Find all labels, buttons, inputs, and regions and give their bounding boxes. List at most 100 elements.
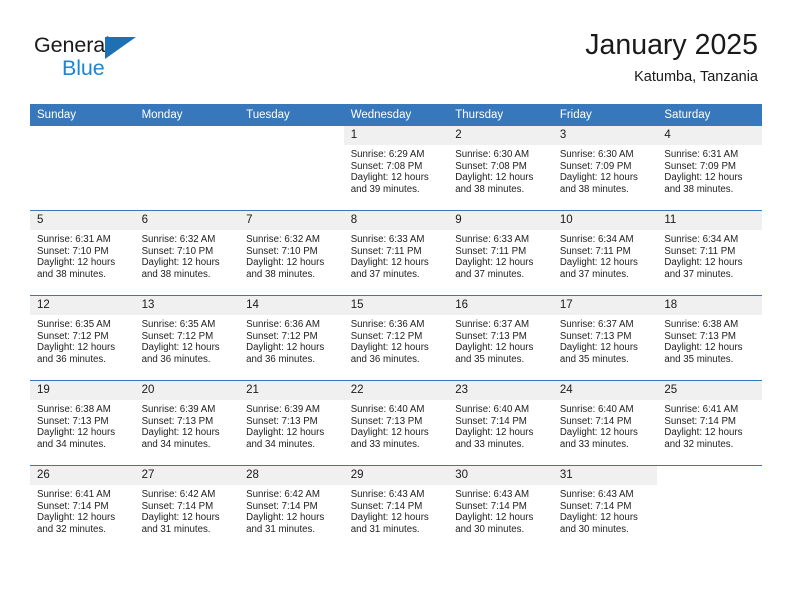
day-number: 25 xyxy=(657,381,762,400)
calendar-day-cell[interactable]: 14 Sunrise: 6:36 AM Sunset: 7:12 PM Dayl… xyxy=(239,295,344,381)
calendar-page: General Blue January 2025 Katumba, Tanza… xyxy=(0,0,792,612)
calendar-day-cell[interactable] xyxy=(134,126,240,211)
calendar-day-cell[interactable]: 26 Sunrise: 6:41 AM Sunset: 7:14 PM Dayl… xyxy=(30,465,135,550)
calendar-day-cell[interactable]: 23 Sunrise: 6:40 AM Sunset: 7:14 PM Dayl… xyxy=(448,380,553,466)
calendar-header-row: Sunday Monday Tuesday Wednesday Thursday… xyxy=(30,104,762,126)
day-number: 8 xyxy=(343,211,449,230)
daylight-text-line1: Daylight: 12 hours xyxy=(350,342,429,354)
day-number: 30 xyxy=(448,466,553,485)
calendar-day-cell[interactable] xyxy=(657,465,762,550)
sunrise-text: Sunrise: 6:38 AM xyxy=(37,404,111,415)
calendar-day-cell[interactable] xyxy=(239,126,344,211)
weekday-header-sunday: Sunday xyxy=(30,104,135,126)
weekday-header-thursday: Thursday xyxy=(448,104,553,126)
day-number: 7 xyxy=(239,211,344,230)
day-details: Sunrise: 6:43 AM Sunset: 7:14 PM Dayligh… xyxy=(553,485,658,535)
day-number: 3 xyxy=(552,126,658,145)
calendar-day-cell[interactable]: 22 Sunrise: 6:40 AM Sunset: 7:13 PM Dayl… xyxy=(343,380,449,466)
day-number: 21 xyxy=(239,381,344,400)
day-number: 24 xyxy=(552,381,658,400)
calendar-day-cell[interactable]: 11 Sunrise: 6:34 AM Sunset: 7:11 PM Dayl… xyxy=(657,210,762,296)
daylight-text-line2: and 31 minutes. xyxy=(141,523,211,535)
calendar-day-cell[interactable]: 15 Sunrise: 6:36 AM Sunset: 7:12 PM Dayl… xyxy=(343,295,449,381)
day-number: 22 xyxy=(343,381,449,400)
day-details: Sunrise: 6:38 AM Sunset: 7:13 PM Dayligh… xyxy=(657,315,762,365)
calendar-day-cell[interactable] xyxy=(30,126,135,211)
daylight-text-line1: Daylight: 12 hours xyxy=(350,512,429,524)
day-number: 17 xyxy=(552,296,658,315)
calendar-day-cell[interactable]: 10 Sunrise: 6:34 AM Sunset: 7:11 PM Dayl… xyxy=(552,210,658,296)
brand-logo[interactable]: General Blue xyxy=(34,33,264,83)
sunset-text: Sunset: 7:10 PM xyxy=(246,245,318,257)
calendar-day-cell[interactable]: 13 Sunrise: 6:35 AM Sunset: 7:12 PM Dayl… xyxy=(134,295,240,381)
sunrise-text: Sunrise: 6:35 AM xyxy=(37,319,111,330)
calendar-day-cell[interactable]: 4 Sunrise: 6:31 AM Sunset: 7:09 PM Dayli… xyxy=(657,126,762,211)
daylight-text-line1: Daylight: 12 hours xyxy=(664,172,743,184)
calendar-day-cell[interactable]: 20 Sunrise: 6:39 AM Sunset: 7:13 PM Dayl… xyxy=(134,380,240,466)
daylight-text-line1: Daylight: 12 hours xyxy=(141,342,220,354)
triangle-logo-icon xyxy=(105,37,136,59)
weekday-header-tuesday: Tuesday xyxy=(239,104,344,126)
calendar-day-cell[interactable]: 16 Sunrise: 6:37 AM Sunset: 7:13 PM Dayl… xyxy=(448,295,553,381)
sunset-text: Sunset: 7:11 PM xyxy=(350,245,422,257)
calendar-day-cell[interactable]: 2 Sunrise: 6:30 AM Sunset: 7:08 PM Dayli… xyxy=(448,126,553,211)
daylight-text-line1: Daylight: 12 hours xyxy=(141,427,220,439)
calendar-day-cell[interactable]: 28 Sunrise: 6:42 AM Sunset: 7:14 PM Dayl… xyxy=(239,465,344,550)
sunset-text: Sunset: 7:11 PM xyxy=(455,245,527,257)
sunset-text: Sunset: 7:14 PM xyxy=(141,500,214,512)
calendar-day-cell[interactable]: 18 Sunrise: 6:38 AM Sunset: 7:13 PM Dayl… xyxy=(657,295,762,381)
daylight-text-line1: Daylight: 12 hours xyxy=(455,342,534,354)
sunset-text: Sunset: 7:10 PM xyxy=(141,245,214,257)
sunrise-text: Sunrise: 6:30 AM xyxy=(455,149,530,160)
calendar-day-cell[interactable]: 25 Sunrise: 6:41 AM Sunset: 7:14 PM Dayl… xyxy=(657,380,762,466)
daylight-text-line2: and 38 minutes. xyxy=(455,183,525,195)
day-number xyxy=(239,126,344,145)
calendar-day-cell[interactable]: 9 Sunrise: 6:33 AM Sunset: 7:11 PM Dayli… xyxy=(448,210,553,296)
calendar-day-cell[interactable]: 8 Sunrise: 6:33 AM Sunset: 7:11 PM Dayli… xyxy=(343,210,449,296)
daylight-text-line2: and 30 minutes. xyxy=(455,523,525,535)
sunrise-text: Sunrise: 6:30 AM xyxy=(559,149,634,160)
day-details: Sunrise: 6:43 AM Sunset: 7:14 PM Dayligh… xyxy=(448,485,553,535)
calendar-day-cell[interactable]: 27 Sunrise: 6:42 AM Sunset: 7:14 PM Dayl… xyxy=(134,465,240,550)
calendar-day-cell[interactable]: 30 Sunrise: 6:43 AM Sunset: 7:14 PM Dayl… xyxy=(448,465,553,550)
day-details: Sunrise: 6:30 AM Sunset: 7:09 PM Dayligh… xyxy=(553,145,658,195)
sunrise-text: Sunrise: 6:33 AM xyxy=(455,234,530,245)
calendar-day-cell[interactable]: 17 Sunrise: 6:37 AM Sunset: 7:13 PM Dayl… xyxy=(552,295,658,381)
day-number: 15 xyxy=(343,296,449,315)
daylight-text-line2: and 35 minutes. xyxy=(455,353,525,365)
sunset-text: Sunset: 7:14 PM xyxy=(246,500,318,512)
brand-name-general: General xyxy=(34,33,110,57)
daylight-text-line1: Daylight: 12 hours xyxy=(246,342,325,354)
calendar-day-cell[interactable]: 6 Sunrise: 6:32 AM Sunset: 7:10 PM Dayli… xyxy=(134,210,240,296)
daylight-text-line2: and 37 minutes. xyxy=(350,268,420,280)
calendar-day-cell[interactable]: 24 Sunrise: 6:40 AM Sunset: 7:14 PM Dayl… xyxy=(552,380,658,466)
sunrise-text: Sunrise: 6:33 AM xyxy=(350,234,425,245)
calendar-day-cell[interactable]: 5 Sunrise: 6:31 AM Sunset: 7:10 PM Dayli… xyxy=(30,210,135,296)
daylight-text-line2: and 36 minutes. xyxy=(246,353,316,365)
daylight-text-line1: Daylight: 12 hours xyxy=(141,257,220,269)
calendar-day-cell[interactable]: 29 Sunrise: 6:43 AM Sunset: 7:14 PM Dayl… xyxy=(343,465,449,550)
daylight-text-line2: and 32 minutes. xyxy=(37,523,106,535)
calendar-day-cell[interactable]: 19 Sunrise: 6:38 AM Sunset: 7:13 PM Dayl… xyxy=(30,380,135,466)
day-number: 28 xyxy=(239,466,344,485)
daylight-text-line2: and 33 minutes. xyxy=(350,438,420,450)
sunrise-text: Sunrise: 6:42 AM xyxy=(246,489,320,500)
calendar-day-cell[interactable]: 1 Sunrise: 6:29 AM Sunset: 7:08 PM Dayli… xyxy=(343,126,449,211)
calendar-day-cell[interactable]: 31 Sunrise: 6:43 AM Sunset: 7:14 PM Dayl… xyxy=(552,465,658,550)
sunrise-text: Sunrise: 6:37 AM xyxy=(559,319,634,330)
sunset-text: Sunset: 7:14 PM xyxy=(455,500,527,512)
sunset-text: Sunset: 7:14 PM xyxy=(37,500,109,512)
day-details xyxy=(657,485,762,489)
day-number: 2 xyxy=(448,126,553,145)
day-number: 23 xyxy=(448,381,553,400)
daylight-text-line1: Daylight: 12 hours xyxy=(559,342,638,354)
calendar-day-cell[interactable]: 21 Sunrise: 6:39 AM Sunset: 7:13 PM Dayl… xyxy=(239,380,344,466)
sunset-text: Sunset: 7:14 PM xyxy=(455,415,527,427)
calendar-day-cell[interactable]: 3 Sunrise: 6:30 AM Sunset: 7:09 PM Dayli… xyxy=(552,126,658,211)
calendar-day-cell[interactable]: 7 Sunrise: 6:32 AM Sunset: 7:10 PM Dayli… xyxy=(239,210,344,296)
day-number: 5 xyxy=(30,211,135,230)
day-details xyxy=(239,145,344,149)
calendar-day-cell[interactable]: 12 Sunrise: 6:35 AM Sunset: 7:12 PM Dayl… xyxy=(30,295,135,381)
day-details: Sunrise: 6:36 AM Sunset: 7:12 PM Dayligh… xyxy=(239,315,344,365)
calendar-week-row: 1 Sunrise: 6:29 AM Sunset: 7:08 PM Dayli… xyxy=(30,126,762,211)
